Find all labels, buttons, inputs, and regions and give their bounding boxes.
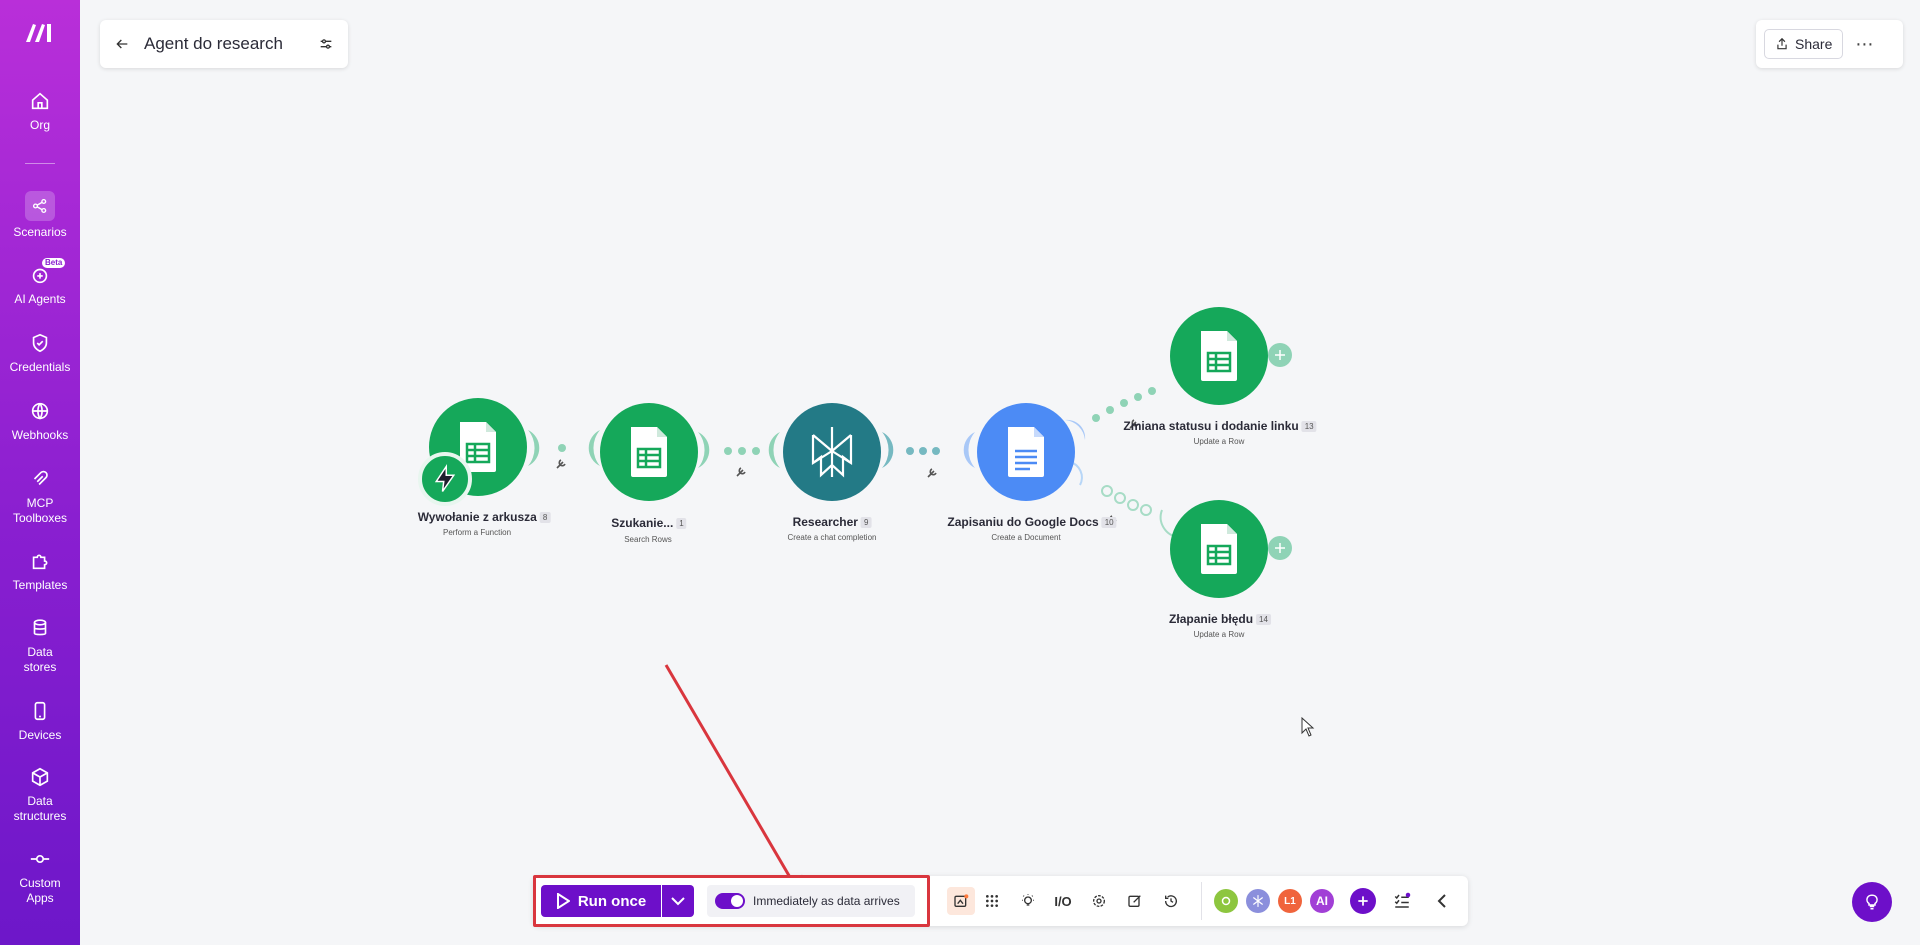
sidebar-item-label: Data stores <box>23 645 57 674</box>
checklist-icon[interactable] <box>1392 891 1412 911</box>
sidebar-item-scenarios[interactable]: Scenarios <box>0 191 80 240</box>
openai-app-icon[interactable] <box>1214 889 1238 913</box>
help-button[interactable] <box>1852 882 1892 922</box>
sidebar-item-label: MCP Toolboxes <box>12 496 68 525</box>
sidebar-item-label: Templates <box>12 578 68 592</box>
perplexity-app-icon[interactable] <box>1246 889 1270 913</box>
globe-icon <box>31 402 49 420</box>
cube-icon <box>31 767 49 787</box>
sidebar-divider <box>25 163 55 164</box>
sidebar-item-data-stores[interactable]: Data stores <box>0 617 80 675</box>
shield-check-icon <box>32 333 48 353</box>
annotation-highlight-box <box>533 875 930 927</box>
sidebar-item-label: Credentials <box>9 360 71 374</box>
notes-icon[interactable] <box>1125 891 1145 911</box>
mcp-icon <box>33 470 48 486</box>
sidebar-item-mcp-toolboxes[interactable]: MCP Toolboxes <box>0 468 80 526</box>
l1-app-icon[interactable]: L1 <box>1278 889 1302 913</box>
lightbulb-icon <box>1866 894 1878 910</box>
add-app-button[interactable] <box>1350 888 1376 914</box>
gear-icon[interactable] <box>1089 891 1109 911</box>
sidebar-item-ai-agents[interactable]: Beta AI Agents <box>0 258 80 307</box>
scenario-image-icon[interactable] <box>947 887 975 915</box>
share-nodes-icon <box>32 198 47 214</box>
history-icon[interactable] <box>1161 891 1181 911</box>
annotation-arrow <box>664 664 805 903</box>
sidebar-item-label: Data structures <box>13 794 67 823</box>
toolbar-divider <box>1201 882 1202 920</box>
sidebar-item-org[interactable]: Org <box>0 90 80 133</box>
sidebar-item-custom-apps[interactable]: Custom Apps <box>0 848 80 906</box>
commit-icon <box>30 854 50 864</box>
lightbulb-icon[interactable] <box>1018 891 1038 911</box>
grid-dots-icon[interactable] <box>982 891 1002 911</box>
beta-badge: Beta <box>42 258 66 268</box>
sidebar: Org Scenarios Beta AI Agents Credentials… <box>0 0 80 945</box>
sidebar-item-label: Org <box>29 118 50 132</box>
sidebar-item-label: Webhooks <box>11 428 69 442</box>
sidebar-item-data-structures[interactable]: Data structures <box>0 766 80 824</box>
sidebar-item-webhooks[interactable]: Webhooks <box>0 400 80 443</box>
sidebar-item-label: AI Agents <box>14 292 66 306</box>
ai-app-icon[interactable]: AI <box>1310 889 1334 913</box>
io-button[interactable]: I/O <box>1053 891 1073 911</box>
mobile-icon <box>34 701 46 721</box>
scenario-canvas[interactable]: Wywołanie z arkusza 8 Perform a Function … <box>80 0 1920 945</box>
sidebar-item-label: Custom Apps <box>19 876 61 905</box>
sidebar-item-label: Scenarios <box>13 225 67 239</box>
sidebar-item-credentials[interactable]: Credentials <box>0 332 80 375</box>
sidebar-item-label: Devices <box>18 728 62 742</box>
make-logo[interactable] <box>24 20 56 44</box>
chevron-left-icon[interactable] <box>1432 891 1452 911</box>
database-icon <box>33 619 47 636</box>
sidebar-item-devices[interactable]: Devices <box>0 700 80 743</box>
puzzle-icon <box>32 554 48 570</box>
home-icon <box>31 92 49 110</box>
sidebar-item-templates[interactable]: Templates <box>0 550 80 593</box>
